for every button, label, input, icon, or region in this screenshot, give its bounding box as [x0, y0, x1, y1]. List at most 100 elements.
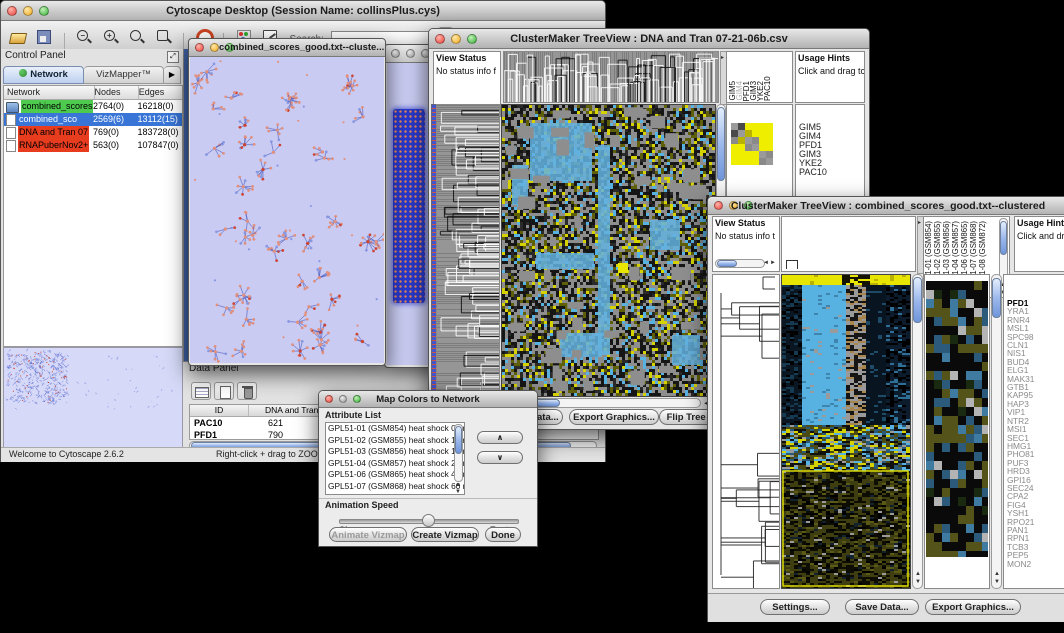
matrix-cell — [745, 137, 752, 144]
network-window-title: combined_scores_good.txt--cluste... — [219, 42, 385, 53]
attribute-item[interactable]: GPL51-07 (GSM868) heat shock 60 min — [326, 481, 452, 493]
desktop: { "main_window": { "title": "Cytoscape D… — [0, 0, 1064, 633]
network-view-window-1: combined_scores_good.txt--cluste... — [188, 38, 386, 366]
network-canvas-1[interactable] — [190, 57, 384, 363]
birdseye-view[interactable] — [3, 347, 183, 455]
move-down-button[interactable]: ∨ — [477, 451, 523, 464]
treeview1-column-labels: GIM5GIM4PFD1GIM3YKE2PAC10 — [726, 51, 793, 103]
network-type-icon — [6, 127, 16, 139]
attribute-item[interactable]: GPL51-03 (GSM856) heat shock 15 min — [326, 446, 452, 458]
main-title-bar[interactable]: Cytoscape Desktop (Session Name: collins… — [1, 1, 605, 21]
treeview2-gene-list: PFD1YRA1RNR4MSL1SPC98CLN1NIS1BUD4ELG1MAK… — [1003, 274, 1064, 589]
matrix-cell — [738, 123, 745, 130]
tab-network[interactable]: Network — [3, 66, 84, 84]
matrix-cell — [738, 137, 745, 144]
scroll-up-icon[interactable]: ▲ — [994, 570, 1000, 578]
dialog-button[interactable]: Animate Vizmap — [329, 527, 407, 542]
network-row[interactable]: DNA and Tran 07 769(0) 183728(0) — [4, 126, 182, 139]
matrix-cell — [759, 144, 766, 151]
attribute-item[interactable]: GPL51-01 (GSM854) heat shock 05 min — [326, 423, 452, 435]
dialog-title: Map Colors to Network — [319, 394, 537, 405]
attribute-item[interactable]: GPL51-04 (GSM857) heat shock 20 min — [326, 458, 452, 470]
zoom-fit-icon[interactable] — [128, 28, 146, 46]
network-table-header[interactable]: Network Nodes Edges — [4, 86, 182, 100]
minimize-icon[interactable] — [210, 43, 219, 52]
gene-label[interactable]: MON2 — [1007, 560, 1034, 568]
animation-speed-slider[interactable] — [339, 515, 517, 525]
network-row[interactable]: combined_scores 2764(0) 16218(0) — [4, 100, 182, 113]
treeview-button[interactable]: Save Data... — [845, 599, 919, 615]
scroll-up-icon[interactable]: ▲ — [915, 570, 921, 578]
treeview-button[interactable]: Export Graphics... — [569, 409, 659, 425]
data-col-id[interactable]: ID — [190, 405, 249, 416]
save-icon[interactable] — [35, 28, 53, 46]
treeview2-row-dendrogram[interactable] — [712, 274, 780, 589]
float-panel-icon[interactable]: ⤢ — [167, 51, 179, 63]
scroll-down-icon[interactable]: ▼ — [455, 488, 461, 495]
tab-overflow-arrow[interactable]: ▶ — [164, 66, 181, 84]
treeview2-vscrollbar[interactable]: ▲ ▼ — [912, 274, 923, 589]
new-attribute-icon[interactable] — [214, 382, 234, 400]
scroll-right-icon[interactable]: ► — [770, 259, 776, 267]
close-icon[interactable] — [391, 49, 400, 58]
column-label[interactable]: GIM5 — [729, 81, 736, 101]
column-label[interactable]: YKE2 — [757, 81, 764, 101]
treeview2-zoom-heatmap[interactable] — [924, 274, 990, 589]
column-label[interactable]: PAC10 — [764, 76, 771, 101]
scroll-down-icon[interactable]: ▼ — [994, 578, 1000, 586]
column-label[interactable]: GIM3 — [750, 81, 757, 101]
matrix-cell — [731, 130, 738, 137]
scroll-left-icon[interactable]: ◄ — [763, 259, 769, 267]
treeview-button[interactable]: Export Graphics... — [925, 599, 1021, 615]
column-label[interactable]: GIM4 — [736, 81, 743, 101]
treeview2-title: ClusterMaker TreeView : combined_scores_… — [708, 200, 1064, 212]
dense-grid-network[interactable] — [393, 109, 425, 303]
treeview2-heatmap[interactable] — [781, 274, 911, 589]
attribute-item[interactable]: GPL51-06 (GSM865) heat shock 40 min — [326, 469, 452, 481]
map-colors-dialog: Map Colors to Network Attribute List GPL… — [318, 390, 538, 547]
minimize-icon[interactable] — [406, 49, 415, 58]
attribute-list[interactable]: GPL51-01 (GSM854) heat shock 05 minGPL51… — [325, 422, 465, 495]
matrix-cell — [759, 158, 766, 165]
treeview2-usage-hints: Usage Hints Click and drag to — [1014, 216, 1064, 272]
treeview2-title-bar[interactable]: ClusterMaker TreeView : combined_scores_… — [708, 197, 1064, 215]
treeview1-title-bar[interactable]: ClusterMaker TreeView : DNA and Tran 07-… — [429, 29, 869, 49]
attribute-select-icon[interactable] — [191, 382, 211, 400]
similarity-matrix[interactable] — [731, 123, 773, 165]
treeview-button[interactable]: Settings... — [760, 599, 830, 615]
delete-attribute-icon[interactable] — [237, 382, 257, 400]
scroll-down-icon[interactable]: ▼ — [915, 578, 921, 586]
dialog-button[interactable]: Create Vizmap — [411, 527, 479, 542]
treeview1-heatmap[interactable] — [501, 104, 716, 397]
treeview1-row-dendrogram[interactable] — [436, 104, 500, 397]
dendrogram-corner — [786, 260, 798, 269]
tab-vizmapper[interactable]: VizMapper™ — [84, 66, 164, 84]
network-row[interactable]: RNAPuberNov2+ 563(0) 107847(0) — [4, 139, 182, 152]
attribute-list-vscrollbar[interactable] — [454, 424, 463, 482]
column-label[interactable]: PFD1 — [743, 81, 750, 101]
dialog-button[interactable]: Done — [485, 527, 521, 542]
matrix-cell — [766, 130, 773, 137]
zoom-selected-icon[interactable] — [155, 28, 173, 46]
matrix-cell — [752, 123, 759, 130]
zoom-out-icon[interactable]: – — [75, 28, 93, 46]
matrix-cell — [731, 151, 738, 158]
network-row[interactable]: combined_sco 2569(6) 13112(15) — [4, 113, 182, 126]
open-file-icon[interactable] — [9, 28, 27, 46]
matrix-cell — [738, 158, 745, 165]
network-type-icon — [6, 140, 16, 152]
zoom-in-icon[interactable]: + — [102, 28, 120, 46]
matrix-cell — [766, 137, 773, 144]
row-label[interactable]: PAC10 — [799, 168, 827, 177]
treeview-window-2: ClusterMaker TreeView : combined_scores_… — [707, 196, 1064, 622]
view-status-hscrollbar[interactable] — [715, 259, 765, 268]
matrix-cell — [731, 137, 738, 144]
attribute-item[interactable]: GPL51-02 (GSM855) heat shock 10 min — [326, 435, 452, 447]
close-icon[interactable] — [195, 43, 204, 52]
treeview2-column-dendrogram[interactable] — [781, 216, 916, 272]
treeview1-column-dendrogram[interactable] — [503, 51, 719, 103]
slider-thumb[interactable] — [422, 514, 435, 527]
move-up-button[interactable]: ∧ — [477, 431, 523, 444]
zoom-heatmap-vscrollbar[interactable]: ▲ ▼ — [991, 274, 1002, 589]
matrix-cell — [745, 130, 752, 137]
